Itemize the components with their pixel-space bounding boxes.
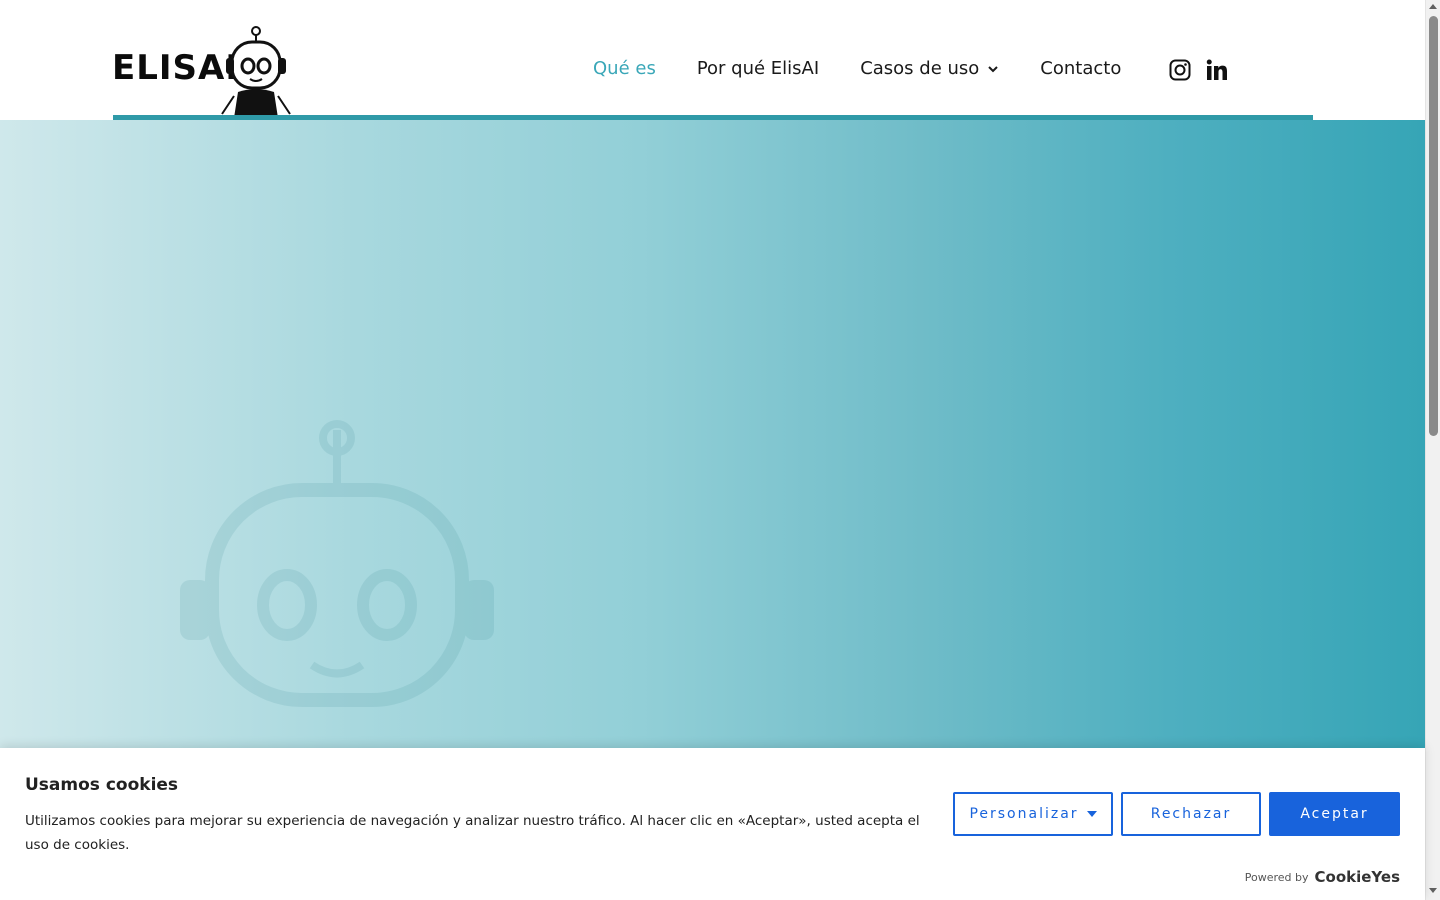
robot-watermark-icon	[180, 420, 494, 707]
main-nav: Qué es Por qué ElisAI Casos de uso Conta…	[593, 58, 1162, 79]
nav-casos-de-uso-label: Casos de uso	[860, 58, 980, 79]
page-scrollbar[interactable]	[1425, 0, 1440, 900]
nav-que-es[interactable]: Qué es	[593, 58, 656, 79]
scrollbar-thumb[interactable]	[1429, 16, 1438, 436]
powered-by-text: Powered by	[1244, 870, 1309, 884]
powered-by[interactable]: Powered by CookieYes	[1245, 868, 1400, 886]
social-links	[1168, 58, 1242, 82]
customize-button-label: Personalizar	[969, 806, 1079, 822]
caret-down-icon	[1086, 811, 1097, 817]
instagram-icon[interactable]	[1168, 58, 1192, 82]
robot-logo-icon	[221, 26, 291, 118]
linkedin-icon[interactable]	[1205, 58, 1229, 82]
scroll-up-icon[interactable]	[1429, 4, 1437, 9]
nav-casos-de-uso[interactable]: Casos de uso	[860, 58, 999, 79]
accept-button[interactable]: Aceptar	[1269, 792, 1400, 836]
nav-por-que-elisai[interactable]: Por qué ElisAI	[697, 58, 819, 79]
site-header: ELISAI Qué es Por qué ElisAI Casos de us…	[0, 0, 1425, 120]
nav-contacto[interactable]: Contacto	[1040, 58, 1121, 79]
cookie-description: Utilizamos cookies para mejorar su exper…	[25, 813, 920, 853]
cookie-title: Usamos cookies	[25, 775, 179, 795]
hero-section	[0, 120, 1425, 750]
scroll-down-icon[interactable]	[1429, 888, 1437, 893]
cookie-banner: Usamos cookies Utilizamos cookies para m…	[0, 748, 1425, 900]
chevron-down-icon	[988, 65, 999, 72]
customize-button[interactable]: Personalizar	[953, 792, 1113, 836]
elisai-logo[interactable]: ELISAI	[112, 26, 292, 118]
cookieyes-logo: CookieYes	[1314, 868, 1401, 886]
reject-button[interactable]: Rechazar	[1121, 792, 1261, 836]
